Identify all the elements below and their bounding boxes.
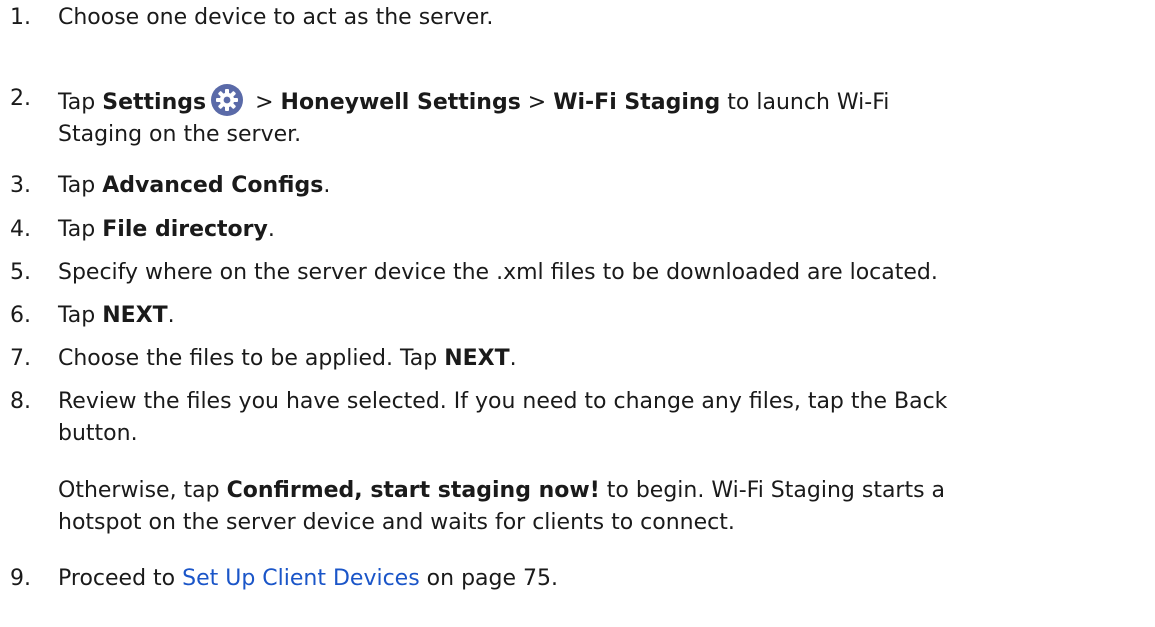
step-text: Tap File directory. [58, 214, 275, 246]
step-3: 3. Tap Advanced Configs. [10, 170, 330, 202]
step-text-post: . [323, 173, 331, 198]
step-text-line2: button. [58, 421, 138, 446]
step-number: 3. [10, 173, 31, 198]
step-text-line2: Staging on the server. [58, 122, 302, 147]
step-text-pre: Tap [58, 173, 103, 198]
step-text: Choose one device to act as the server. [58, 5, 494, 30]
wifi-staging-label: Wi-Fi Staging [553, 90, 721, 115]
step-number: 6. [10, 303, 31, 328]
step-number: 8. [10, 389, 31, 414]
step-1: 1. Choose one device to act as the server… [10, 2, 493, 34]
next-label: NEXT [444, 346, 510, 371]
step-text-pre: Tap [58, 217, 103, 242]
step-text: Choose the files to be applied. Tap NEXT… [58, 343, 517, 375]
advanced-configs-label: Advanced Configs [102, 173, 324, 198]
next-label: NEXT [102, 303, 168, 328]
separator: > [248, 90, 281, 115]
confirmed-start-staging-label: Confirmed, start staging now! [226, 478, 600, 503]
settings-label: Settings [102, 90, 207, 115]
step-text-pre: Tap [58, 90, 103, 115]
step-7: 7. Choose the files to be applied. Tap NE… [10, 343, 517, 375]
honeywell-settings-label: Honeywell Settings [280, 90, 521, 115]
step-text-pre: Proceed to [58, 566, 183, 591]
step-text: Tap NEXT. [58, 300, 175, 332]
paragraph-text-post: to begin. Wi-Fi Staging starts a [599, 478, 946, 503]
step-text-post: on page 75. [419, 566, 559, 591]
step-text-pre: Tap [58, 303, 103, 328]
separator: > [520, 90, 554, 115]
step-text-pre: Choose the files to be applied. Tap [58, 346, 445, 371]
step-9: 9. Proceed to Set Up Client Devices on pa… [10, 563, 558, 595]
step-number: 2. [10, 86, 31, 111]
settings-gear-icon [211, 84, 244, 116]
file-directory-label: File directory [102, 217, 268, 242]
step-number: 5. [10, 260, 31, 285]
step-number: 1. [10, 5, 31, 30]
paragraph-text-pre: Otherwise, tap [58, 478, 227, 503]
step-number: 7. [10, 346, 31, 371]
step-text-post: to launch Wi-Fi [720, 90, 890, 115]
step-text: Tap Settings > Honeywell Settings > Wi-F… [58, 83, 889, 151]
step-number: 4. [10, 217, 31, 242]
step-8-paragraph: Otherwise, tap Confirmed, start staging … [58, 475, 945, 539]
step-text: Tap Advanced Configs. [58, 170, 330, 202]
step-4: 4. Tap File directory. [10, 214, 275, 246]
step-6: 6. Tap NEXT. [10, 300, 175, 332]
step-8: 8. Review the files you have selected. If… [10, 386, 947, 450]
step-text: Proceed to Set Up Client Devices on page… [58, 563, 558, 595]
step-number: 9. [10, 566, 31, 591]
paragraph-text-line2: hotspot on the server device and waits f… [58, 510, 735, 535]
step-text: Specify where on the server device the .… [58, 260, 938, 285]
step-text-post: . [509, 346, 517, 371]
step-5: 5. Specify where on the server device the… [10, 257, 938, 289]
step-text: Review the files you have selected. If y… [58, 386, 947, 450]
instruction-list: 1. Choose one device to act as the server… [0, 0, 1155, 627]
step-text-post: . [267, 217, 275, 242]
step-text-line1: Review the files you have selected. If y… [58, 389, 948, 414]
step-text-post: . [167, 303, 175, 328]
step-2: 2. Tap Settings > Honeywell Settings > Wi… [10, 83, 889, 151]
set-up-client-devices-link[interactable]: Set Up Client Devices [182, 566, 420, 591]
